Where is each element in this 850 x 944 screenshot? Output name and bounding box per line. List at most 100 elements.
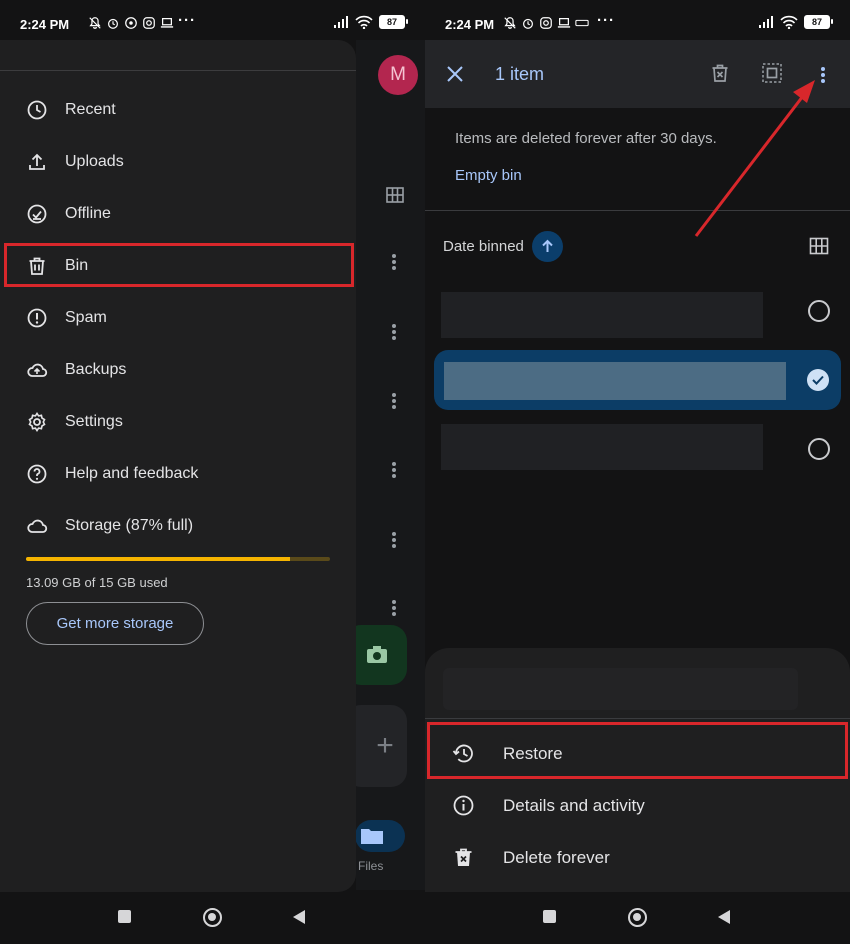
close-icon[interactable]	[445, 64, 465, 84]
sort-label[interactable]: Date binned	[443, 238, 524, 255]
instagram-icon	[143, 17, 155, 29]
file-row[interactable]	[425, 420, 850, 480]
system-nav-bar	[0, 892, 425, 944]
grid-view-icon[interactable]	[386, 187, 404, 203]
storage-progress-bar	[26, 557, 330, 561]
menu-item-delete-forever[interactable]: Delete forever	[425, 832, 850, 882]
recents-button[interactable]	[543, 910, 556, 923]
file-row-content	[444, 362, 786, 400]
laptop-icon	[160, 18, 174, 28]
help-icon	[27, 464, 47, 484]
instagram-icon	[540, 17, 552, 29]
select-radio[interactable]	[808, 438, 830, 460]
drawer-item-uploads[interactable]: Uploads	[0, 140, 356, 184]
drawer-item-label: Uploads	[65, 153, 124, 170]
more-notifications: ···	[178, 12, 196, 29]
drawer-item-offline[interactable]: Offline	[0, 192, 356, 236]
grid-view-icon[interactable]	[809, 236, 829, 256]
alarm-icon	[108, 18, 118, 29]
select-all-icon[interactable]	[761, 62, 783, 84]
selected-check-icon[interactable]	[807, 369, 829, 391]
file-row-selected[interactable]	[434, 350, 841, 410]
select-radio[interactable]	[808, 300, 830, 322]
wifi-icon	[355, 15, 373, 29]
more-vert-icon[interactable]	[392, 252, 398, 272]
signal-icon	[334, 16, 348, 28]
system-nav-bar	[425, 892, 850, 944]
system-status-icons: 87	[333, 15, 408, 29]
menu-item-label: Details and activity	[503, 796, 645, 815]
more-vert-icon[interactable]	[392, 391, 398, 411]
camera-icon	[367, 646, 387, 663]
drawer-item-label: Offline	[65, 205, 111, 222]
account-avatar[interactable]: M	[378, 55, 418, 95]
more-vert-icon[interactable]	[392, 598, 398, 618]
clock-icon	[27, 100, 47, 120]
folder-icon	[361, 829, 383, 844]
left-screen: 2:24 PM ··· 87 M + Files Recent Uploads …	[0, 0, 425, 944]
delete-forever-icon	[455, 848, 472, 866]
files-tab[interactable]	[355, 820, 405, 852]
more-vert-icon[interactable]	[392, 322, 398, 342]
alarm-icon	[523, 18, 533, 29]
drawer-item-help[interactable]: Help and feedback	[0, 452, 356, 496]
files-tab-label: Files	[358, 859, 384, 873]
selection-toolbar: 1 item	[425, 40, 850, 108]
file-row-content	[441, 424, 763, 470]
sort-direction-button[interactable]	[532, 231, 563, 262]
mute-bell-icon	[89, 17, 101, 29]
drawer-item-storage[interactable]: Storage (87% full)	[0, 504, 356, 548]
sheet-header	[443, 668, 798, 710]
bank-app-icon	[575, 19, 589, 27]
signal-icon	[759, 16, 773, 28]
back-button[interactable]	[293, 910, 305, 924]
delete-forever-toolbar-icon[interactable]	[709, 62, 731, 84]
offline-check-icon	[27, 204, 47, 224]
home-button[interactable]	[203, 908, 222, 927]
upload-icon	[29, 153, 45, 170]
system-status-icons: 87	[758, 15, 833, 29]
more-notifications: ···	[597, 12, 615, 29]
wifi-icon	[780, 15, 798, 29]
more-vert-icon[interactable]	[392, 530, 398, 550]
menu-item-label: Delete forever	[503, 848, 610, 867]
drawer-item-label: Help and feedback	[65, 465, 199, 482]
content-divider	[425, 210, 850, 211]
storage-progress-fill	[26, 557, 291, 561]
whatsapp-icon	[125, 17, 137, 29]
drawer-item-settings[interactable]: Settings	[0, 400, 356, 444]
cloud-upload-icon	[27, 363, 48, 377]
arrow-up-icon	[542, 239, 553, 252]
drawer-item-label: Backups	[65, 361, 127, 378]
spam-alert-icon	[27, 308, 47, 328]
drawer-item-label: Storage (87% full)	[65, 517, 194, 534]
home-button[interactable]	[628, 908, 647, 927]
navigation-drawer: Recent Uploads Offline Bin Spam Backups …	[0, 40, 356, 892]
more-vert-icon[interactable]	[392, 460, 398, 480]
bin-info-text: Items are deleted forever after 30 days.	[455, 130, 717, 147]
drawer-divider	[0, 70, 356, 71]
file-row[interactable]	[425, 288, 850, 348]
right-screen: 2:24 PM ··· 87 1 item Items are deleted …	[425, 0, 850, 944]
cloud-icon	[27, 519, 48, 533]
gear-icon	[28, 412, 46, 432]
drawer-item-backups[interactable]: Backups	[0, 348, 356, 392]
restore-highlight-box	[427, 722, 848, 779]
drawer-item-spam[interactable]: Spam	[0, 296, 356, 340]
file-row-content	[441, 292, 763, 338]
drawer-item-label: Settings	[65, 413, 123, 430]
get-more-storage-button[interactable]: Get more storage	[26, 602, 204, 645]
notification-icons	[503, 16, 589, 30]
battery-indicator: 87	[379, 15, 408, 29]
empty-bin-button[interactable]: Empty bin	[455, 167, 522, 184]
info-icon	[453, 795, 474, 816]
drawer-item-recent[interactable]: Recent	[0, 88, 356, 132]
notification-icons	[88, 16, 174, 30]
menu-item-details[interactable]: Details and activity	[425, 780, 850, 830]
back-button[interactable]	[718, 910, 730, 924]
sheet-divider	[425, 718, 850, 719]
battery-indicator: 87	[804, 15, 833, 29]
recents-button[interactable]	[118, 910, 131, 923]
more-options-icon[interactable]	[821, 65, 825, 85]
status-time: 2:24 PM	[20, 17, 70, 32]
